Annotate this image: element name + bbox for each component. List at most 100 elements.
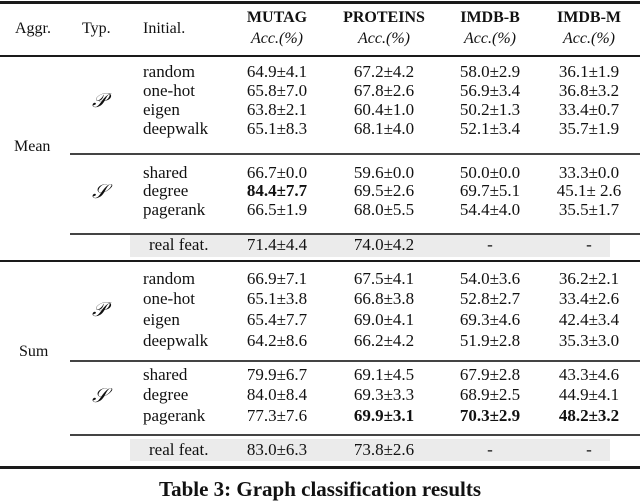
cell-mutag: 63.8±2.1 [246,100,308,119]
initialization-label: deepwalk [143,331,209,350]
cell-proteins: 67.2±4.2 [353,62,415,81]
initialization-label: eigen [143,100,180,119]
cell-proteins: 66.2±4.2 [353,331,415,350]
cell-imdb-m: 33.4±0.7 [558,100,620,119]
header-initial: Initial. [143,20,186,37]
aggr-label: Mean [14,138,51,155]
cell-mutag: 65.1±8.3 [246,119,308,138]
cell-imdb-b: 68.9±2.5 [459,385,521,404]
initialization-label: degree [143,181,189,200]
initialization-label: degree [143,385,189,404]
cell-imdb-b: 54.0±3.6 [459,269,521,288]
group-rule [70,153,640,155]
cell-imdb-m: 36.2±2.1 [558,269,620,288]
header-metric-proteins: Acc.(%) [358,30,410,47]
initialization-label: random [143,269,195,288]
real-feat-cell-imdb-m: - [586,235,592,254]
cell-mutag: 66.9±7.1 [246,269,308,288]
cell-imdb-m: 43.3±4.6 [558,365,620,384]
group-rule [70,434,640,436]
initialization-label: deepwalk [143,119,209,138]
real-feat-cell-proteins: 73.8±2.6 [353,440,415,459]
initialization-label: one-hot [143,81,195,100]
cell-imdb-m: 33.3±0.0 [558,163,620,182]
initialization-label: shared [143,365,188,384]
header-dataset-imdb-b: IMDB-B [460,9,520,26]
header-typ: Typ. [82,20,111,37]
real-feat-cell-imdb-b: - [487,235,493,254]
real-feat-cell-mutag: 71.4±4.4 [246,235,308,254]
header-dataset-imdb-m: IMDB-M [557,9,621,26]
initialization-label: eigen [143,310,180,329]
cell-imdb-b: 52.1±3.4 [459,119,521,138]
header-aggr: Aggr. [15,20,51,37]
cell-proteins: 60.4±1.0 [353,100,415,119]
cell-proteins: 68.1±4.0 [353,119,415,138]
table-caption: Table 3: Graph classification results [158,477,482,501]
cell-imdb-b: 58.0±2.9 [459,62,521,81]
cell-imdb-b: 50.0±0.0 [459,163,521,182]
cell-mutag: 66.7±0.0 [246,163,308,182]
type-symbol: 𝒮 [92,382,108,407]
aggr-label: Sum [19,343,49,360]
type-symbol: 𝒮 [92,178,108,203]
cell-proteins: 69.3±3.3 [353,385,415,404]
cell-mutag: 64.9±4.1 [246,62,308,81]
real-feat-label: real feat. [149,235,209,254]
real-feat-label: real feat. [149,440,209,459]
initialization-label: shared [143,163,188,182]
cell-proteins: 69.0±4.1 [353,310,415,329]
cell-imdb-m: 35.5±1.7 [558,200,620,219]
header-metric-imdb-b: Acc.(%) [464,30,516,47]
cell-mutag: 64.2±8.6 [246,331,308,350]
cell-mutag: 66.5±1.9 [246,200,308,219]
initialization-label: one-hot [143,289,195,308]
type-symbol: 𝒫 [92,87,107,112]
cell-proteins: 67.5±4.1 [353,269,415,288]
cell-imdb-m: 44.9±4.1 [558,385,620,404]
real-feat-cell-imdb-m: - [586,440,592,459]
initialization-label: random [143,62,195,81]
cell-mutag: 84.4±7.7 [246,181,308,200]
cell-imdb-m: 45.1± 2.6 [556,181,622,200]
cell-mutag: 65.8±7.0 [246,81,308,100]
group-rule [70,360,640,362]
cell-imdb-b: 54.4±4.0 [459,200,521,219]
cell-proteins: 68.0±5.5 [353,200,415,219]
real-feat-cell-proteins: 74.0±4.2 [353,235,415,254]
header-dataset-mutag: MUTAG [246,9,308,26]
cell-mutag: 65.1±3.8 [246,289,308,308]
type-symbol: 𝒫 [92,297,107,321]
cell-imdb-b: 69.3±4.6 [459,310,521,329]
cell-imdb-m: 33.4±2.6 [558,289,620,308]
cell-mutag: 77.3±7.6 [246,406,308,425]
cell-imdb-b: 70.3±2.9 [459,406,521,425]
section-rule [0,260,640,262]
cell-imdb-b: 69.7±5.1 [459,181,521,200]
cell-mutag: 65.4±7.7 [246,310,308,329]
cell-imdb-b: 56.9±3.4 [459,81,521,100]
cell-proteins: 69.5±2.6 [353,181,415,200]
cell-imdb-m: 36.1±1.9 [558,62,620,81]
header-rule [0,55,640,57]
initialization-label: pagerank [143,200,206,219]
cell-proteins: 69.1±4.5 [353,365,415,384]
top-rule [0,1,640,4]
initialization-label: pagerank [143,406,206,425]
cell-imdb-b: 52.8±2.7 [459,289,521,308]
real-feat-cell-mutag: 83.0±6.3 [246,440,308,459]
header-dataset-proteins: PROTEINS [343,9,425,26]
cell-imdb-b: 50.2±1.3 [459,100,521,119]
cell-imdb-b: 51.9±2.8 [459,331,521,350]
bottom-rule [0,466,640,469]
cell-imdb-m: 48.2±3.2 [558,406,620,425]
cell-proteins: 66.8±3.8 [353,289,415,308]
cell-proteins: 59.6±0.0 [353,163,415,182]
real-feat-cell-imdb-b: - [487,440,493,459]
cell-mutag: 79.9±6.7 [246,365,308,384]
cell-imdb-m: 36.8±3.2 [558,81,620,100]
cell-imdb-b: 67.9±2.8 [459,365,521,384]
cell-imdb-m: 35.3±3.0 [558,331,620,350]
cell-proteins: 67.8±2.6 [353,81,415,100]
cell-imdb-m: 35.7±1.9 [558,119,620,138]
